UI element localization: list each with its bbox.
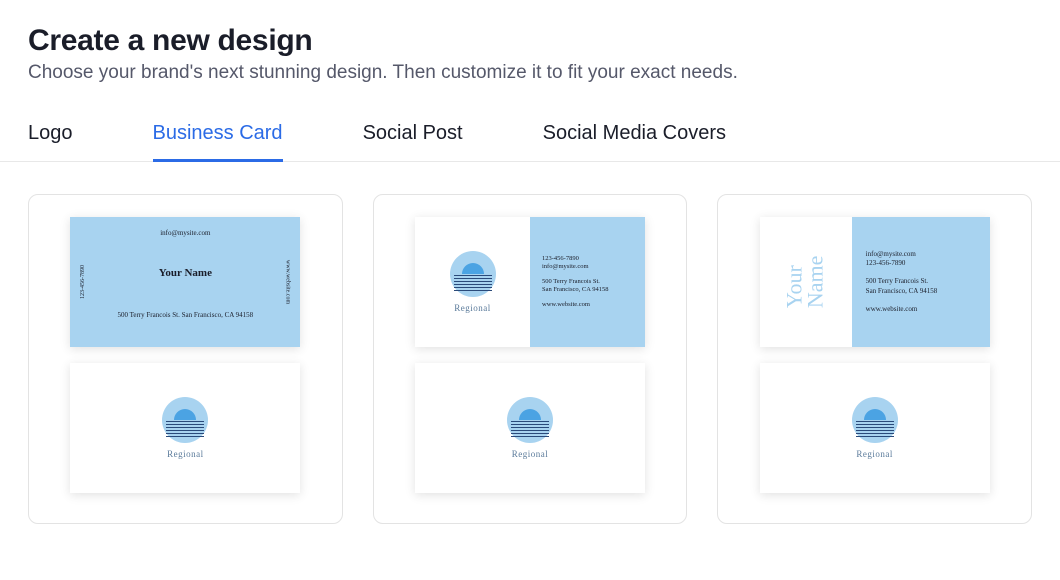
sun-logo-icon <box>852 397 898 443</box>
business-card-back: Regional <box>70 363 300 493</box>
sun-logo-icon <box>162 397 208 443</box>
template-card[interactable]: info@mysite.com Your Name 500 Terry Fran… <box>28 194 343 524</box>
card-address-line2: San Francisco, CA 94158 <box>866 287 990 297</box>
card-address-line1: 500 Terry Francois St. <box>866 277 990 287</box>
card-info-panel: info@mysite.com 123-456-7890 500 Terry F… <box>852 217 990 347</box>
sun-logo-icon <box>450 251 496 297</box>
card-email: info@mysite.com <box>542 263 645 271</box>
brand-name: Regional <box>167 449 204 459</box>
business-card-front: Regional 123-456-7890 info@mysite.com 50… <box>415 217 645 347</box>
business-card-front: Your Name info@mysite.com 123-456-7890 5… <box>760 217 990 347</box>
tab-logo[interactable]: Logo <box>28 122 73 161</box>
card-name-panel: Your Name <box>760 217 852 347</box>
card-website: www.website.com <box>284 260 290 304</box>
card-logo-panel: Regional <box>415 217 530 347</box>
tab-business-card[interactable]: Business Card <box>153 122 283 161</box>
sun-logo-icon <box>507 397 553 443</box>
card-info-panel: 123-456-7890 info@mysite.com 500 Terry F… <box>530 217 645 347</box>
card-name: Your Name <box>70 267 300 279</box>
template-card[interactable]: Regional 123-456-7890 info@mysite.com 50… <box>373 194 688 524</box>
business-card-front: info@mysite.com Your Name 500 Terry Fran… <box>70 217 300 347</box>
card-phone: 123-456-7890 <box>866 259 990 269</box>
card-address-line1: 500 Terry Francois St. <box>542 278 645 286</box>
card-email: info@mysite.com <box>70 217 300 237</box>
card-address-line2: San Francisco, CA 94158 <box>542 286 645 294</box>
card-name: Your Name <box>785 256 827 309</box>
template-grid: info@mysite.com Your Name 500 Terry Fran… <box>0 162 1060 524</box>
card-address: 500 Terry Francois St. San Francisco, CA… <box>70 311 300 319</box>
tab-social-media-covers[interactable]: Social Media Covers <box>543 122 726 161</box>
card-email: info@mysite.com <box>866 250 990 260</box>
page-subtitle: Choose your brand's next stunning design… <box>28 62 1032 84</box>
brand-logo: Regional <box>450 251 496 313</box>
business-card-back: Regional <box>760 363 990 493</box>
header: Create a new design Choose your brand's … <box>0 0 1060 94</box>
brand-name: Regional <box>512 449 549 459</box>
brand-name: Regional <box>856 449 893 459</box>
template-card[interactable]: Your Name info@mysite.com 123-456-7890 5… <box>717 194 1032 524</box>
page-title: Create a new design <box>28 24 1032 58</box>
brand-name: Regional <box>454 303 491 313</box>
card-website: www.website.com <box>542 301 645 309</box>
business-card-back: Regional <box>415 363 645 493</box>
brand-logo: Regional <box>162 397 208 459</box>
brand-logo: Regional <box>507 397 553 459</box>
card-phone: 123-456-7890 <box>542 255 645 263</box>
tabs: Logo Business Card Social Post Social Me… <box>0 94 1060 162</box>
card-phone: 123-456-7890 <box>80 265 86 299</box>
card-website: www.website.com <box>866 305 990 315</box>
tab-social-post[interactable]: Social Post <box>363 122 463 161</box>
brand-logo: Regional <box>852 397 898 459</box>
